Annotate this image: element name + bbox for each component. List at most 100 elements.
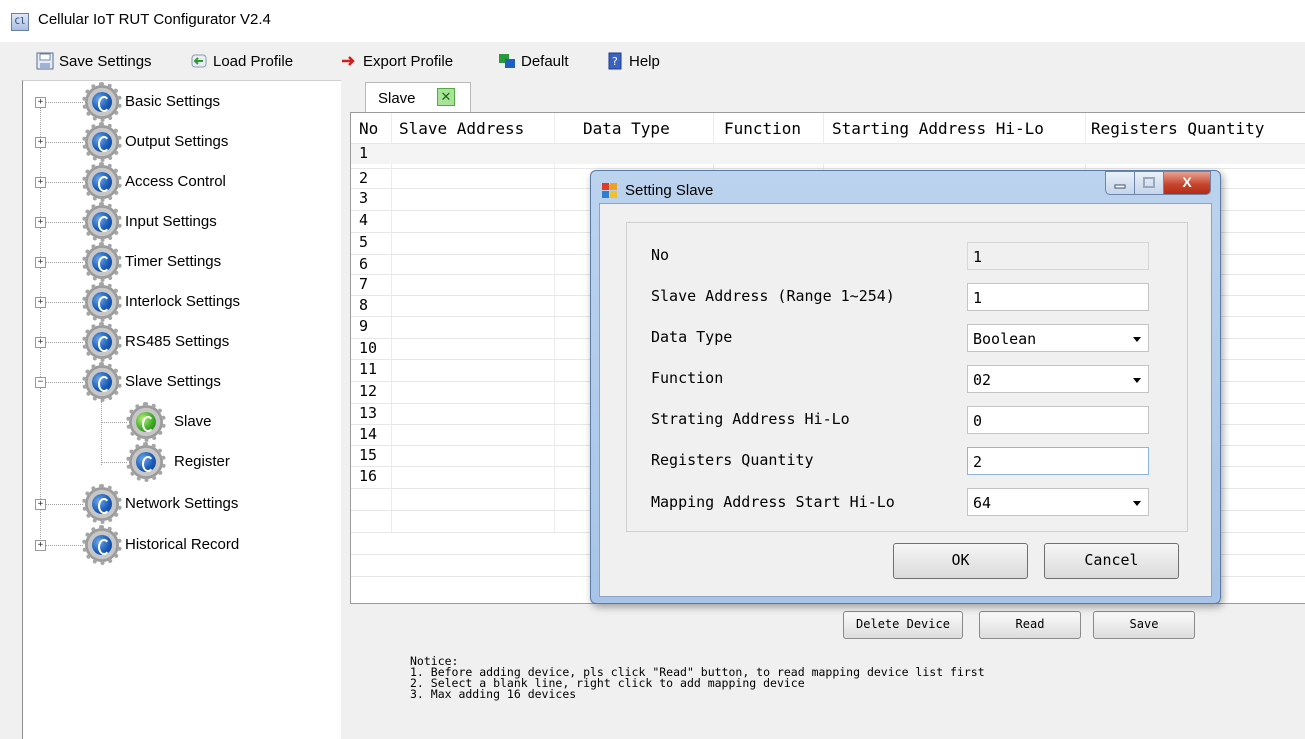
ok-button[interactable]: OK (893, 543, 1028, 579)
tree-connector (45, 262, 83, 263)
gear-icon (82, 484, 122, 524)
default-button[interactable]: Default (498, 50, 569, 72)
starting-address-input[interactable]: 0 (967, 406, 1149, 434)
row-number: 10 (359, 339, 378, 357)
table-row[interactable]: 1 (351, 143, 1305, 164)
close-button[interactable]: X (1163, 171, 1211, 195)
save-settings-label: Save Settings (59, 52, 152, 70)
tree-item-historical-record[interactable]: + Historical Record (23, 525, 341, 565)
tree-connector (45, 382, 83, 383)
row-number: 12 (359, 382, 378, 400)
window-title: Cellular IoT RUT Configurator V2.4 (38, 11, 271, 28)
dialog-app-icon (602, 183, 617, 198)
gear-icon (82, 162, 122, 202)
tree-item-label: RS485 Settings (125, 333, 230, 350)
svg-text:?: ? (612, 55, 618, 68)
data-type-select[interactable]: Boolean (967, 324, 1149, 352)
row-number: 14 (359, 425, 378, 443)
tree-item-output-settings[interactable]: + Output Settings (23, 122, 341, 162)
row-number: 16 (359, 467, 378, 485)
gear-icon (82, 282, 122, 322)
starting-address-label: Strating Address Hi-Lo (651, 410, 850, 428)
expand-icon[interactable]: + (35, 337, 46, 348)
tree-item-rs485-settings[interactable]: + RS485 Settings (23, 322, 341, 362)
help-icon: ? (606, 52, 624, 70)
save-settings-button[interactable]: Save Settings (36, 50, 152, 72)
chevron-down-icon (1133, 501, 1141, 506)
tree-item-network-settings[interactable]: + Network Settings (23, 484, 341, 524)
gear-icon (82, 82, 122, 122)
save-button[interactable]: Save (1093, 611, 1195, 639)
column-header: No (359, 119, 379, 138)
data-type-value: Boolean (973, 330, 1037, 348)
tree-item-register[interactable]: Register (23, 442, 341, 482)
tree-connector (45, 342, 83, 343)
delete-device-button[interactable]: Delete Device (843, 611, 963, 639)
help-label: Help (629, 52, 660, 70)
expand-icon[interactable]: + (35, 297, 46, 308)
registers-quantity-input[interactable]: 2 (967, 447, 1149, 475)
expand-icon[interactable]: + (35, 217, 46, 228)
tab-slave[interactable]: Slave ✕ (365, 82, 471, 113)
column-header: Registers Quantity (1091, 119, 1265, 138)
export-profile-label: Export Profile (363, 52, 454, 70)
column-header: Starting Address Hi-Lo (832, 119, 1044, 138)
window-controls: X (1105, 171, 1211, 195)
gear-icon (82, 525, 122, 565)
row-number: 13 (359, 404, 378, 422)
mapping-address-select[interactable]: 64 (967, 488, 1149, 516)
function-value: 02 (973, 371, 992, 389)
expand-icon[interactable]: + (35, 540, 46, 551)
expand-icon[interactable]: + (35, 177, 46, 188)
tree-item-label: Register (174, 453, 230, 470)
no-field: 1 (967, 242, 1149, 270)
expand-icon[interactable]: + (35, 137, 46, 148)
gear-icon (82, 242, 122, 282)
tree-item-basic-settings[interactable]: + Basic Settings (23, 82, 341, 122)
notice-line-3: 3. Max adding 16 devices (410, 687, 577, 701)
maximize-button[interactable] (1134, 171, 1164, 195)
expand-icon[interactable]: + (35, 257, 46, 268)
tree-connector (101, 422, 127, 423)
tree-item-timer-settings[interactable]: + Timer Settings (23, 242, 341, 282)
tree-item-label: Input Settings (125, 213, 217, 230)
table-header: No Slave Address Data Type Function Star… (351, 113, 1305, 143)
no-label: No (651, 246, 670, 264)
notice-text: Notice: 1. Before adding device, pls clic… (410, 655, 985, 701)
collapse-icon[interactable]: − (35, 377, 46, 388)
minimize-button[interactable] (1105, 171, 1135, 195)
expand-icon[interactable]: + (35, 499, 46, 510)
help-button[interactable]: ? Help (606, 50, 660, 72)
row-number: 8 (359, 296, 369, 314)
row-number: 11 (359, 360, 378, 378)
function-label: Function (651, 369, 724, 387)
function-select[interactable]: 02 (967, 365, 1149, 393)
row-number: 2 (359, 169, 369, 187)
tree-item-label: Basic Settings (125, 93, 221, 110)
tree-connector (101, 462, 127, 463)
tree-item-slave-settings[interactable]: − Slave Settings (23, 362, 341, 402)
slave-address-input[interactable]: 1 (967, 283, 1149, 311)
row-number: 7 (359, 275, 369, 293)
close-tab-icon[interactable]: ✕ (437, 88, 455, 106)
tree-item-label: Slave (174, 413, 212, 430)
column-header: Data Type (583, 119, 670, 138)
tree-item-input-settings[interactable]: + Input Settings (23, 202, 341, 242)
export-profile-button[interactable]: Export Profile (340, 50, 453, 72)
load-profile-label: Load Profile (213, 52, 294, 70)
tree-item-interlock-settings[interactable]: + Interlock Settings (23, 282, 341, 322)
read-button[interactable]: Read (979, 611, 1081, 639)
tree-item-access-control[interactable]: + Access Control (23, 162, 341, 202)
registers-quantity-label: Registers Quantity (651, 451, 814, 469)
dialog-body: No 1 Slave Address (Range 1~254) 1 Data … (599, 203, 1212, 597)
row-number: 3 (359, 189, 369, 207)
tree-item-slave[interactable]: Slave (23, 402, 341, 442)
slave-address-label: Slave Address (Range 1~254) (651, 287, 895, 305)
cancel-button[interactable]: Cancel (1044, 543, 1179, 579)
setting-slave-dialog: Setting Slave X No 1 Slave Address (Rang… (590, 170, 1221, 604)
expand-icon[interactable]: + (35, 97, 46, 108)
tree-connector (45, 545, 83, 546)
row-number: 15 (359, 446, 378, 464)
title-bar: Cl Cellular IoT RUT Configurator V2.4 (0, 0, 1305, 42)
load-profile-button[interactable]: Load Profile (190, 50, 293, 72)
